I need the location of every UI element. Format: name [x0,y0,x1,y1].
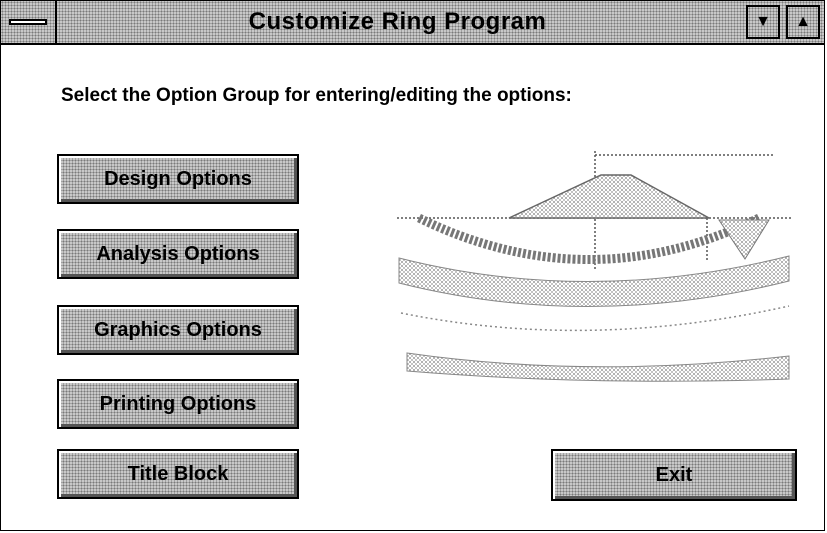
maximize-icon: ▲ [795,13,811,30]
window-title: Customize Ring Program [248,8,547,35]
maximize-button[interactable]: ▲ [786,5,820,39]
exit-button[interactable]: Exit [551,449,797,501]
ring-section-illustration [397,151,791,382]
customize-ring-window: Customize Ring Program ▼ ▲ Select the Op… [0,0,825,531]
design-options-button[interactable]: Design Options [57,154,299,204]
instruction-text: Select the Option Group for entering/edi… [61,85,572,106]
minimize-button[interactable]: ▼ [746,5,780,39]
printing-options-button[interactable]: Printing Options [57,379,299,429]
analysis-options-button[interactable]: Analysis Options [57,229,299,279]
graphics-options-button[interactable]: Graphics Options [57,305,299,355]
minimize-icon: ▼ [755,13,771,30]
title-bar[interactable]: Customize Ring Program ▼ ▲ [1,1,824,45]
system-menu-icon [9,19,47,25]
system-menu-button[interactable] [1,1,57,43]
title-block-button[interactable]: Title Block [57,449,299,499]
